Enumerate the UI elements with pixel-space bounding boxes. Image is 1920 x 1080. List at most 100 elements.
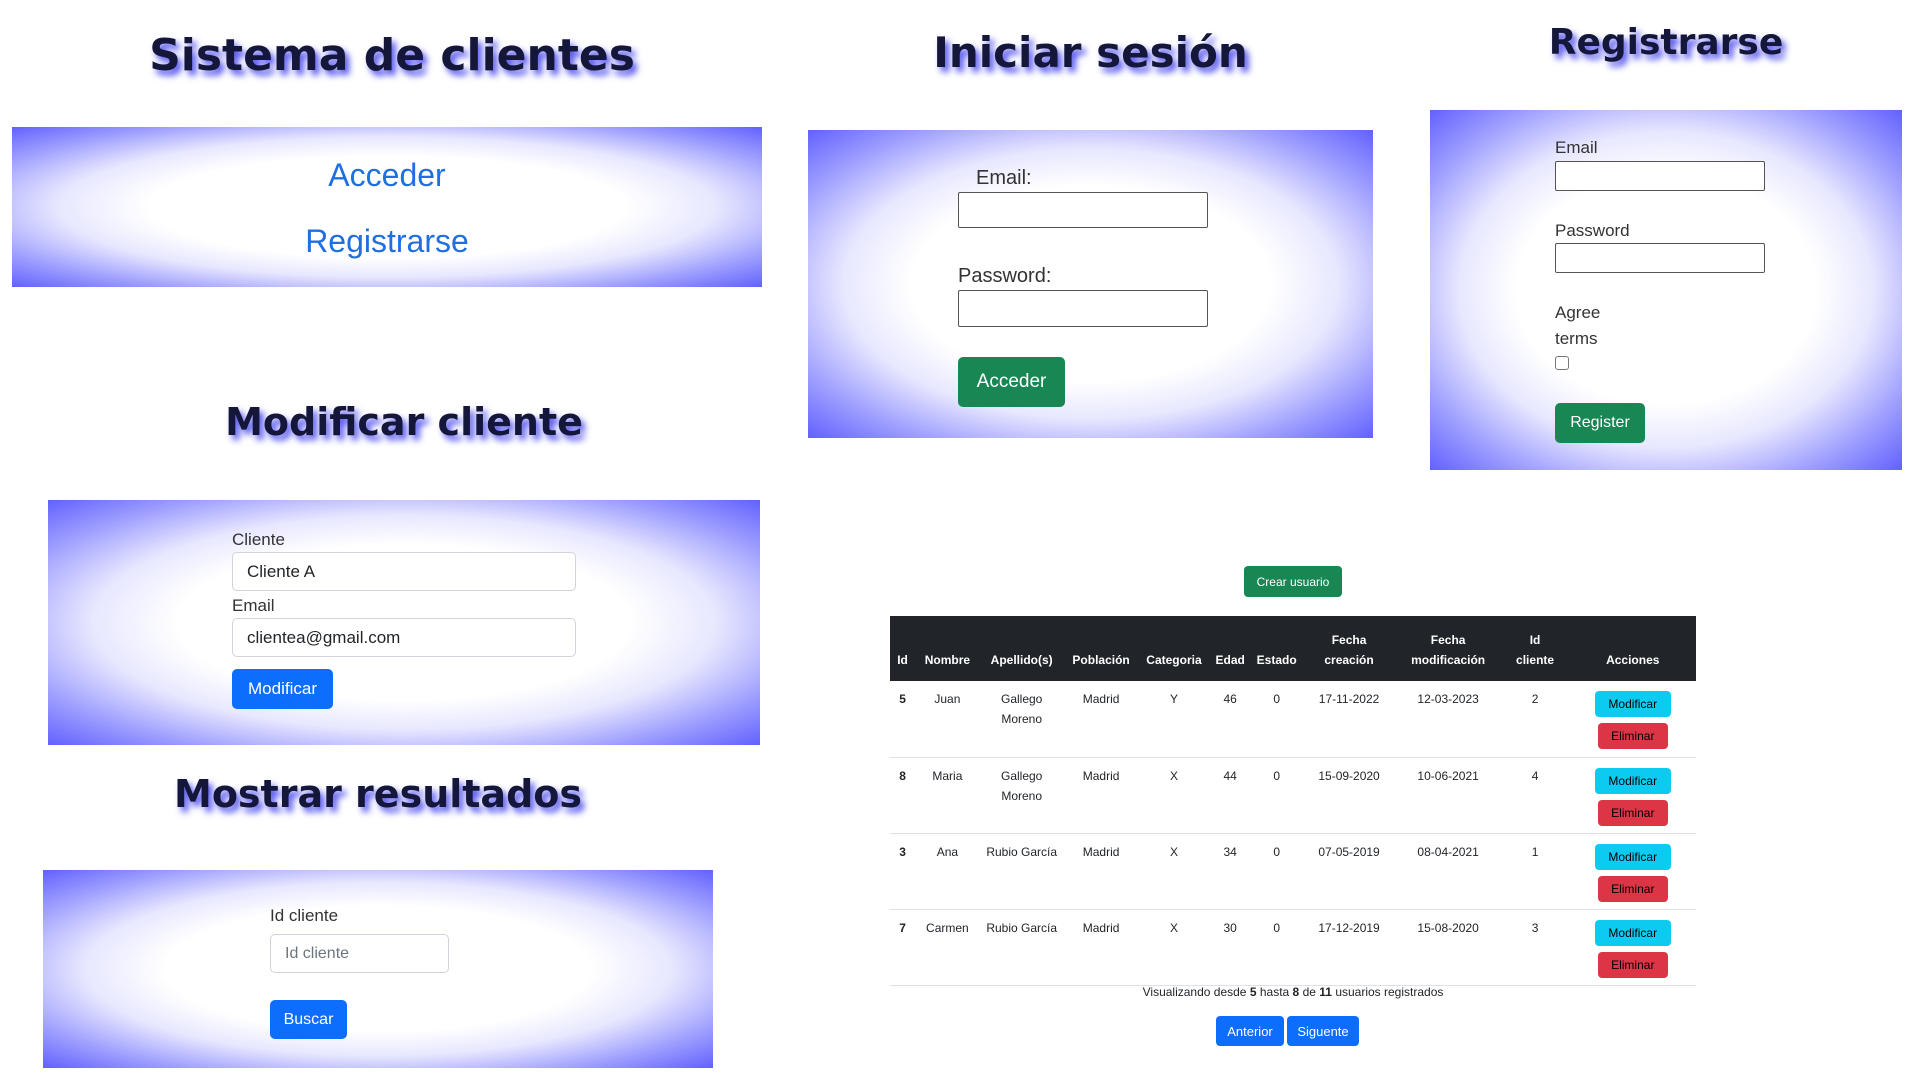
actions-group: Modificar Eliminar <box>1574 766 1692 826</box>
login-title: Iniciar sesión <box>933 28 1248 77</box>
login-submit-button[interactable]: Acceder <box>958 357 1065 407</box>
modify-row-button[interactable]: Modificar <box>1594 843 1671 870</box>
cell-edad: 44 <box>1209 757 1251 834</box>
header-id-cliente-line-1: Id <box>1529 633 1541 647</box>
table-row: 8 Maria Gallego Moreno Madrid X 44 0 15-0… <box>890 757 1696 834</box>
header-fecha-modificacion: Fecha modificación <box>1395 616 1501 681</box>
cell-id: 3 <box>890 833 916 910</box>
cell-id-cliente: 4 <box>1500 757 1570 834</box>
pagination-text-3: de <box>1302 985 1316 999</box>
register-email-label: Email <box>1555 138 1598 157</box>
header-poblacion: Población <box>1063 616 1139 681</box>
cell-fecha-modificacion: 10-06-2021 <box>1395 757 1501 834</box>
login-password-label: Password: <box>958 265 1052 287</box>
cell-edad: 30 <box>1209 909 1251 986</box>
client-input[interactable] <box>232 552 576 591</box>
results-panel: Id cliente Buscar <box>43 870 713 1068</box>
next-page-button[interactable]: Siguente <box>1287 1016 1359 1046</box>
modify-panel: Cliente Email Modificar <box>48 500 760 745</box>
id-cliente-label: Id cliente <box>270 906 339 925</box>
pagination-total: 11 <box>1319 985 1332 999</box>
modify-row-button[interactable]: Modificar <box>1594 919 1671 946</box>
acceder-link[interactable]: Acceder <box>12 157 762 194</box>
cell-id: 5 <box>890 681 916 758</box>
cell-apellidos-line-1: Gallego <box>1000 692 1043 706</box>
modify-row-button[interactable]: Modificar <box>1594 691 1671 717</box>
cell-apellidos: Rubio García <box>979 909 1064 986</box>
cell-poblacion: Madrid <box>1063 909 1139 986</box>
actions-group: Modificar Eliminar <box>1574 918 1692 978</box>
registrarse-link[interactable]: Registrarse <box>12 223 762 260</box>
login-password-input[interactable] <box>958 290 1208 327</box>
cell-poblacion: Madrid <box>1063 681 1139 758</box>
cell-nombre: Juan <box>915 681 980 758</box>
delete-row-button[interactable]: Eliminar <box>1597 799 1668 826</box>
cell-estado: 0 <box>1250 757 1303 834</box>
cell-fecha-modificacion: 12-03-2023 <box>1395 681 1501 758</box>
modify-email-label: Email <box>232 596 275 615</box>
agree-label: Agree <box>1555 303 1601 322</box>
delete-row-button[interactable]: Eliminar <box>1597 875 1668 902</box>
cell-apellidos: Rubio García <box>979 833 1064 910</box>
cell-apellidos-line-1: Gallego <box>1000 768 1043 783</box>
cell-fecha-creacion: 15-09-2020 <box>1302 757 1396 834</box>
header-id-cliente-line-2: cliente <box>1516 653 1555 667</box>
delete-row-button[interactable]: Eliminar <box>1597 723 1668 749</box>
actions-group: Modificar Eliminar <box>1574 689 1692 749</box>
results-title: Mostrar resultados <box>174 772 582 816</box>
cell-nombre: Maria <box>915 757 980 834</box>
modify-email-input[interactable] <box>232 618 576 657</box>
cell-id: 8 <box>890 757 916 834</box>
cell-apellidos: Gallego Moreno <box>979 757 1064 834</box>
actions-group: Modificar Eliminar <box>1574 842 1692 902</box>
cell-categoria: Y <box>1138 681 1210 758</box>
previous-page-button[interactable]: Anterior <box>1216 1016 1284 1046</box>
table-row: 3 Ana Rubio García Madrid X 34 0 07-05-2… <box>890 833 1696 910</box>
delete-row-button[interactable]: Eliminar <box>1597 951 1668 978</box>
register-submit-button[interactable]: Register <box>1555 403 1645 443</box>
home-title: Sistema de clientes <box>149 30 635 81</box>
cell-apellidos-line-2: Moreno <box>1001 788 1043 803</box>
client-label: Cliente <box>232 530 285 549</box>
agree-terms-checkbox[interactable] <box>1555 356 1569 370</box>
cell-nombre: Ana <box>915 833 980 910</box>
cell-apellidos: Gallego Moreno <box>979 681 1064 758</box>
cell-fecha-modificacion: 08-04-2021 <box>1395 833 1501 910</box>
id-cliente-input[interactable] <box>270 934 449 973</box>
cell-acciones: Modificar Eliminar <box>1569 909 1696 986</box>
home-panel: Acceder Registrarse <box>12 127 762 287</box>
register-email-input[interactable] <box>1555 161 1765 191</box>
modify-title: Modificar cliente <box>225 400 583 444</box>
cell-acciones: Modificar Eliminar <box>1569 757 1696 834</box>
modify-row-button[interactable]: Modificar <box>1594 767 1671 794</box>
cell-categoria: X <box>1138 909 1210 986</box>
cell-fecha-creacion: 17-11-2022 <box>1302 681 1396 758</box>
header-estado: Estado <box>1250 616 1303 681</box>
header-fecha-creacion-line-2: creación <box>1324 653 1374 667</box>
modify-submit-button[interactable]: Modificar <box>232 669 333 709</box>
header-id-cliente: Id cliente <box>1500 616 1570 681</box>
cell-fecha-modificacion: 15-08-2020 <box>1395 909 1501 986</box>
pagination-text-2: hasta <box>1259 985 1290 999</box>
cell-categoria: X <box>1138 833 1210 910</box>
create-user-button[interactable]: Crear usuario <box>1244 566 1342 597</box>
terms-label: terms <box>1555 329 1598 348</box>
header-fecha-mod-line-2: modificación <box>1411 653 1486 667</box>
cell-nombre: Carmen <box>915 909 980 986</box>
cell-fecha-creacion: 17-12-2019 <box>1302 909 1396 986</box>
pagination-info: Visualizando desde 5 hasta 8 de 11 usuar… <box>890 985 1696 999</box>
cell-estado: 0 <box>1250 909 1303 986</box>
pagination-to: 8 <box>1292 985 1300 999</box>
register-password-input[interactable] <box>1555 243 1765 273</box>
cell-edad: 34 <box>1209 833 1251 910</box>
header-fecha-creacion-line-1: Fecha <box>1331 633 1367 647</box>
cell-fecha-creacion: 07-05-2019 <box>1302 833 1396 910</box>
login-email-input[interactable] <box>958 192 1208 228</box>
cell-estado: 0 <box>1250 833 1303 910</box>
pagination-text-1: Visualizando desde <box>1142 985 1247 999</box>
cell-categoria: X <box>1138 757 1210 834</box>
search-button[interactable]: Buscar <box>270 1000 347 1039</box>
cell-id-cliente: 1 <box>1500 833 1570 910</box>
table-row: 5 Juan Gallego Moreno Madrid Y 46 0 17-11… <box>890 681 1696 758</box>
pagination-from: 5 <box>1249 985 1257 999</box>
